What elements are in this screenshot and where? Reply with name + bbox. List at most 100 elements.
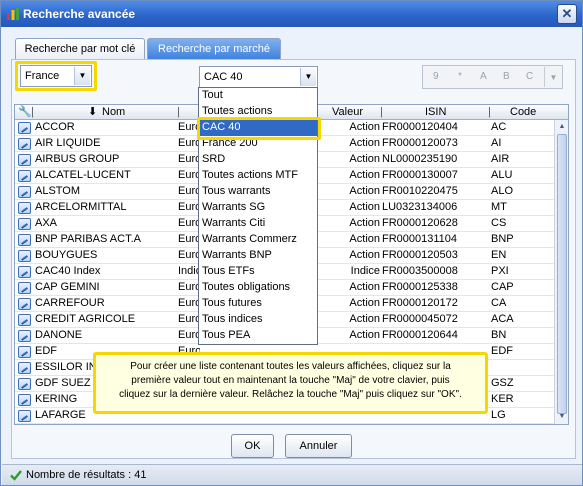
cell-place: Euro bbox=[178, 217, 200, 229]
country-select[interactable]: France ▼ bbox=[20, 65, 92, 87]
ok-label: OK bbox=[244, 440, 261, 452]
dropdown-option[interactable]: Tous indices bbox=[199, 312, 317, 328]
scroll-thumb[interactable] bbox=[557, 134, 567, 414]
cell-place: Euro bbox=[178, 201, 200, 213]
market-select[interactable]: CAC 40 ▼ bbox=[199, 66, 318, 88]
cell-code: AI bbox=[491, 137, 502, 149]
cell-name: AIR LIQUIDE bbox=[35, 137, 101, 149]
letter-filter-item[interactable]: B bbox=[503, 66, 510, 88]
column-separator: | bbox=[488, 106, 491, 118]
dropdown-option[interactable]: Warrants SG bbox=[199, 200, 317, 216]
letter-filter-item[interactable]: * bbox=[458, 66, 462, 88]
dropdown-option[interactable]: Warrants Commerz bbox=[199, 232, 317, 248]
scroll-up-icon[interactable]: ▲ bbox=[556, 121, 568, 133]
cell-name: ALSTOM bbox=[35, 185, 81, 197]
dropdown-option[interactable]: SRD bbox=[199, 152, 317, 168]
letter-filter-item[interactable]: A bbox=[480, 66, 487, 88]
cell-code: CAP bbox=[491, 281, 514, 293]
vertical-scrollbar[interactable]: ▲ ▼ bbox=[554, 120, 568, 424]
cell-code: LG bbox=[491, 409, 506, 421]
stock-chart-icon bbox=[18, 218, 31, 230]
column-header-isin[interactable]: ISIN bbox=[425, 105, 446, 120]
help-tooltip: Pour créer une liste contenant toutes le… bbox=[93, 352, 488, 414]
tooltip-line: Pour créer une liste contenant toutes le… bbox=[130, 361, 451, 372]
cell-name: ALCATEL-LUCENT bbox=[35, 169, 131, 181]
stock-chart-icon bbox=[18, 170, 31, 182]
stock-chart-icon bbox=[18, 394, 31, 406]
cell-code: PXI bbox=[491, 265, 509, 277]
cell-place: Euro bbox=[178, 249, 200, 261]
cancel-label: Annuler bbox=[299, 440, 338, 452]
dropdown-option[interactable]: Tous PEA bbox=[199, 328, 317, 344]
cell-isin: NL0000235190 bbox=[382, 153, 458, 165]
stock-chart-icon bbox=[18, 314, 31, 326]
cell-code: AC bbox=[491, 121, 507, 133]
sort-down-icon[interactable]: ⬇ bbox=[88, 105, 97, 120]
dropdown-option[interactable]: Warrants Citi bbox=[199, 216, 317, 232]
dropdown-option[interactable]: Toutes obligations bbox=[199, 280, 317, 296]
scroll-down-icon[interactable]: ▼ bbox=[556, 411, 568, 423]
tab-label: Recherche par marché bbox=[158, 43, 270, 55]
wrench-icon[interactable]: 🔧 bbox=[18, 105, 32, 120]
cell-isin: FR0000120503 bbox=[382, 249, 458, 261]
chevron-down-icon[interactable]: ▼ bbox=[74, 67, 90, 85]
tooltip-line: première valeur tout en maintenant la to… bbox=[131, 375, 450, 386]
stock-chart-icon bbox=[18, 330, 31, 342]
window-title: Recherche avancée bbox=[23, 7, 136, 21]
cell-isin: FR0000120073 bbox=[382, 137, 458, 149]
cell-isin: FR0000131104 bbox=[382, 233, 458, 245]
close-icon: ✕ bbox=[561, 6, 573, 21]
cell-code: ALU bbox=[491, 169, 513, 181]
cell-code: MT bbox=[491, 201, 507, 213]
cancel-button[interactable]: Annuler bbox=[285, 434, 352, 458]
cell-code: CS bbox=[491, 217, 507, 229]
cell-code: ALO bbox=[491, 185, 514, 197]
chevron-down-icon[interactable]: ▼ bbox=[300, 68, 316, 86]
dropdown-option[interactable]: Tous ETFs bbox=[199, 264, 317, 280]
cell-code: ACA bbox=[491, 313, 514, 325]
column-header-nom[interactable]: Nom bbox=[102, 105, 125, 120]
cell-isin: FR0000120644 bbox=[382, 329, 458, 341]
letter-filter: 9 * A B C ▼ bbox=[422, 65, 563, 89]
column-separator: | bbox=[380, 106, 383, 118]
advanced-search-window: Recherche avancée ✕ Recherche par mot cl… bbox=[0, 0, 583, 486]
cell-isin: FR0010220475 bbox=[382, 185, 458, 197]
check-icon bbox=[10, 470, 22, 481]
selected-option-highlight bbox=[197, 117, 321, 140]
app-chart-icon bbox=[7, 8, 19, 20]
cell-place: Euro bbox=[178, 169, 200, 181]
column-header-code[interactable]: Code bbox=[510, 105, 536, 120]
cell-code: AIR bbox=[491, 153, 510, 165]
column-separator: | bbox=[177, 106, 180, 118]
chevron-down-icon[interactable]: ▼ bbox=[544, 67, 562, 87]
stock-chart-icon bbox=[18, 410, 31, 422]
column-separator: | bbox=[31, 106, 34, 118]
cell-name: CAP GEMINI bbox=[35, 281, 100, 293]
stock-chart-icon bbox=[18, 202, 31, 214]
cell-isin: FR0000045072 bbox=[382, 313, 458, 325]
cell-place: Euro bbox=[178, 233, 200, 245]
dropdown-option[interactable]: Tous futures bbox=[199, 296, 317, 312]
dropdown-option[interactable]: Toutes actions MTF bbox=[199, 168, 317, 184]
stock-chart-icon bbox=[18, 282, 31, 294]
country-select-value: France bbox=[25, 70, 60, 82]
cell-isin: FR0000130007 bbox=[382, 169, 458, 181]
tab-market-search[interactable]: Recherche par marché bbox=[147, 38, 281, 60]
stock-chart-icon bbox=[18, 378, 31, 390]
dropdown-option[interactable]: Tout bbox=[199, 88, 317, 104]
close-button[interactable]: ✕ bbox=[557, 4, 577, 24]
cell-isin: FR0000120172 bbox=[382, 297, 458, 309]
tab-label: Recherche par mot clé bbox=[24, 43, 136, 55]
column-header-valeur[interactable]: Valeur bbox=[332, 105, 363, 120]
ok-button[interactable]: OK bbox=[231, 434, 274, 458]
cell-code: BNP bbox=[491, 233, 514, 245]
dropdown-option[interactable]: Warrants BNP bbox=[199, 248, 317, 264]
cell-place: Euro bbox=[178, 153, 200, 165]
letter-filter-item[interactable]: 9 bbox=[433, 66, 439, 88]
letter-filter-item[interactable]: C bbox=[526, 66, 533, 88]
tab-keyword-search[interactable]: Recherche par mot clé bbox=[15, 38, 145, 60]
cell-place: Euro bbox=[178, 329, 200, 341]
cell-name: ACCOR bbox=[35, 121, 75, 133]
dropdown-option[interactable]: Tous warrants bbox=[199, 184, 317, 200]
cell-name: AXA bbox=[35, 217, 58, 229]
